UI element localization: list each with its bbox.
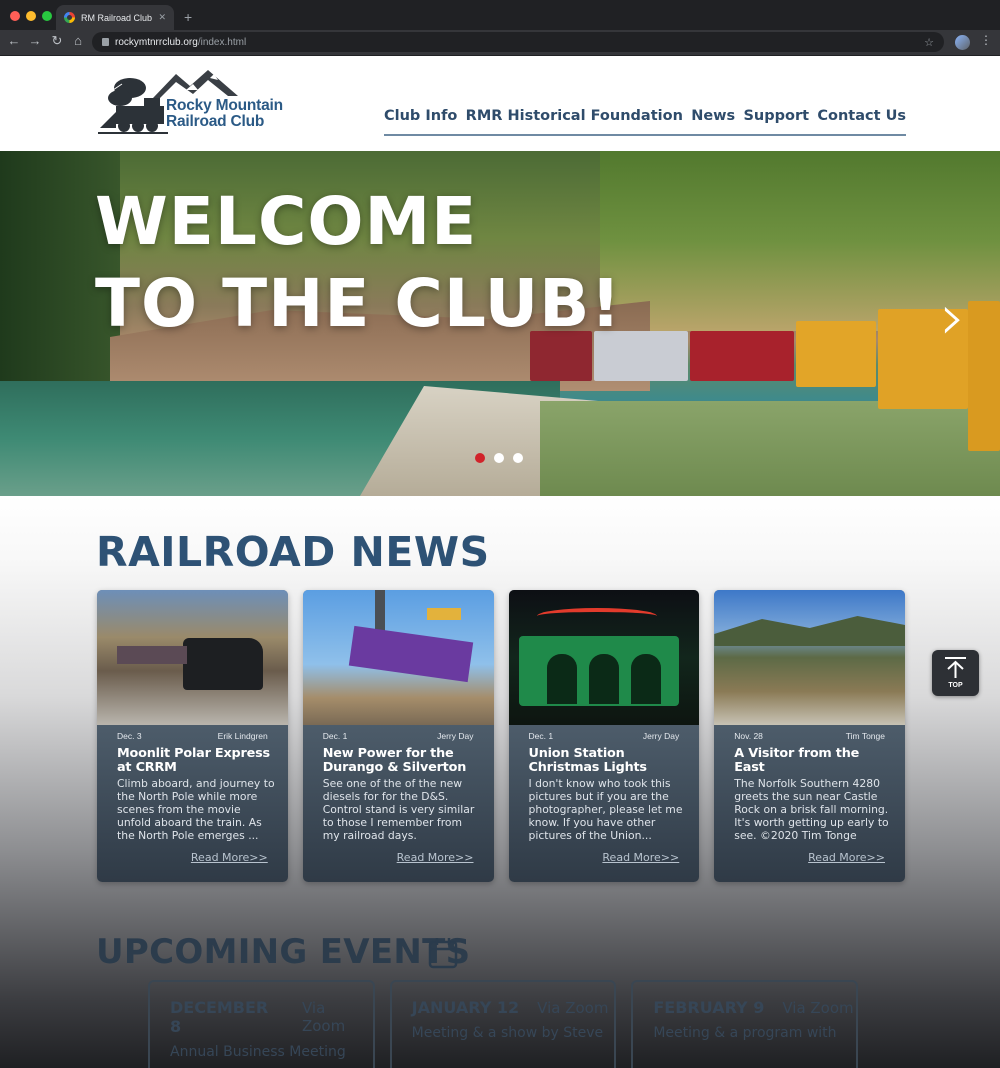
- hero-carousel: WELCOME TO THE CLUB! ›: [0, 151, 1000, 496]
- hero-heading-line-2: TO THE CLUB!: [95, 265, 622, 342]
- news-card-excerpt: See one of the of the new diesels for fo…: [322, 777, 475, 842]
- minimize-window-button[interactable]: [26, 11, 36, 21]
- events-list: DECEMBER 8 Via Zoom Annual Business Meeti…: [148, 980, 859, 1068]
- hero-brush: [540, 401, 1000, 496]
- news-card-title: Moonlit Polar Express at CRRM: [117, 746, 270, 775]
- event-card[interactable]: JANUARY 12 Via Zoom Meeting & a show by S…: [389, 980, 617, 1068]
- event-date: FEBRUARY 9: [653, 998, 765, 1017]
- news-card-date: Dec. 1: [322, 731, 348, 741]
- back-to-top-button[interactable]: TOP: [932, 650, 979, 696]
- event-description: Annual Business Meeting: [170, 1044, 346, 1060]
- arrow-up-icon: [945, 657, 966, 678]
- events-section-title: UPCOMING EVENTS: [96, 932, 471, 972]
- news-card-date: Dec. 3: [117, 731, 142, 741]
- nav-contact-us[interactable]: Contact Us: [817, 108, 906, 124]
- news-card-excerpt: Climb aboard, and journey to the North P…: [117, 777, 275, 842]
- event-date: JANUARY 12: [411, 998, 520, 1017]
- maximize-window-button[interactable]: [42, 11, 52, 21]
- news-card-image: [508, 590, 700, 725]
- news-cards: Dec. 3 Erik Lindgren Moonlit Polar Expres…: [97, 590, 905, 882]
- news-card-author: Erik Lindgren: [217, 731, 268, 741]
- calendar-icon: [428, 938, 458, 969]
- profile-avatar[interactable]: [955, 35, 970, 50]
- news-card-author: Tim Tonge: [845, 731, 885, 741]
- event-date: DECEMBER 8: [170, 998, 269, 1036]
- news-card-date: Nov. 28: [734, 731, 763, 741]
- read-more-link[interactable]: Read More>>: [397, 851, 474, 864]
- news-card-title: A Visitor from the East: [734, 746, 860, 775]
- nav-club-info[interactable]: Club Info: [384, 108, 457, 124]
- event-venue: Via Zoom: [301, 999, 346, 1035]
- browser-toolbar: ← → ↻ ⌂ rockymtnrrclub.org/index.html ☆ …: [0, 30, 1000, 55]
- browser-tab[interactable]: RM Railroad Club ✕: [56, 5, 174, 30]
- news-card-excerpt: I don't know who took this pictures but …: [528, 777, 683, 842]
- news-card-image: [714, 590, 905, 725]
- event-card[interactable]: DECEMBER 8 Via Zoom Annual Business Meeti…: [148, 980, 375, 1068]
- site-header: Rocky Mountain Railroad Club Club Info R…: [0, 56, 1000, 151]
- hero-heading: WELCOME TO THE CLUB!: [95, 181, 622, 345]
- news-section-title: RAILROAD NEWS: [96, 528, 490, 576]
- news-card-author: Jerry Day: [437, 731, 474, 741]
- google-favicon-icon: [64, 12, 75, 23]
- news-card[interactable]: Nov. 28 Tim Tonge A Visitor from the East…: [714, 590, 905, 882]
- home-icon[interactable]: ⌂: [69, 33, 87, 48]
- news-card[interactable]: Dec. 3 Erik Lindgren Moonlit Polar Expres…: [97, 590, 288, 882]
- event-card[interactable]: FEBRUARY 9 Via Zoom Meeting & a program w…: [631, 980, 859, 1068]
- logo-line-2: Railroad Club: [166, 113, 265, 130]
- close-tab-icon[interactable]: ✕: [158, 12, 166, 23]
- read-more-link[interactable]: Read More>>: [191, 851, 268, 864]
- tab-title: RM Railroad Club: [81, 12, 153, 23]
- address-bar[interactable]: rockymtnrrclub.org/index.html ☆: [92, 32, 944, 52]
- event-venue: Via Zoom: [782, 999, 854, 1017]
- bookmark-star-icon[interactable]: ☆: [924, 36, 934, 49]
- lock-icon: [102, 38, 109, 46]
- logo-line-1: Rocky Mountain: [166, 97, 283, 114]
- event-description: Meeting & a show by Steve: [411, 1025, 604, 1041]
- event-venue: Via Zoom: [537, 999, 609, 1017]
- read-more-link[interactable]: Read More>>: [602, 851, 679, 864]
- site-logo[interactable]: Rocky Mountain Railroad Club: [98, 68, 293, 140]
- main-navigation: Club Info RMR Historical Foundation News…: [384, 108, 906, 136]
- news-card-title: New Power for the Durango & Silverton: [322, 746, 467, 775]
- url-path: /index.html: [197, 36, 247, 48]
- nav-news[interactable]: News: [691, 108, 735, 124]
- news-card-author: Jerry Day: [642, 731, 680, 741]
- logo-text: Rocky Mountain Railroad Club: [166, 98, 283, 130]
- browser-menu-icon[interactable]: ⋮: [980, 33, 992, 47]
- news-card[interactable]: Dec. 1 Jerry Day Union Station Christmas …: [508, 590, 700, 882]
- train-car: [796, 321, 876, 387]
- carousel-dot-2[interactable]: [494, 453, 504, 463]
- nav-support[interactable]: Support: [743, 108, 809, 124]
- reload-icon[interactable]: ↻: [48, 33, 66, 49]
- carousel-dot-1[interactable]: [475, 453, 485, 463]
- web-page: Rocky Mountain Railroad Club Club Info R…: [0, 56, 1000, 1068]
- back-to-top-label: TOP: [948, 682, 963, 689]
- browser-chrome: RM Railroad Club ✕ + ← → ↻ ⌂ rockymtnrrc…: [0, 0, 1000, 56]
- read-more-link[interactable]: Read More>>: [808, 851, 885, 864]
- carousel-next-chevron-icon[interactable]: ›: [940, 286, 966, 350]
- back-icon[interactable]: ←: [5, 33, 23, 48]
- nav-rmr-historical-foundation[interactable]: RMR Historical Foundation: [466, 108, 683, 124]
- forward-icon[interactable]: →: [26, 33, 44, 48]
- close-window-button[interactable]: [10, 11, 20, 21]
- carousel-dot-3[interactable]: [513, 453, 523, 463]
- carousel-indicators: [475, 453, 523, 463]
- hero-heading-line-1: WELCOME: [95, 183, 478, 260]
- news-card-title: Union Station Christmas Lights: [528, 746, 648, 775]
- event-description: Meeting & a program with: [653, 1025, 837, 1041]
- new-tab-icon[interactable]: +: [184, 9, 192, 25]
- train-car: [690, 331, 794, 381]
- news-card[interactable]: Dec. 1 Jerry Day New Power for the Durang…: [302, 590, 494, 882]
- window-controls: [10, 11, 52, 21]
- news-card-image: [302, 590, 494, 725]
- url-domain: rockymtnrrclub.org: [115, 36, 198, 48]
- news-card-image: [97, 590, 288, 725]
- news-card-excerpt: The Norfolk Southern 4280 greets the sun…: [734, 777, 889, 842]
- train-car: [968, 301, 1000, 451]
- news-card-date: Dec. 1: [528, 731, 554, 741]
